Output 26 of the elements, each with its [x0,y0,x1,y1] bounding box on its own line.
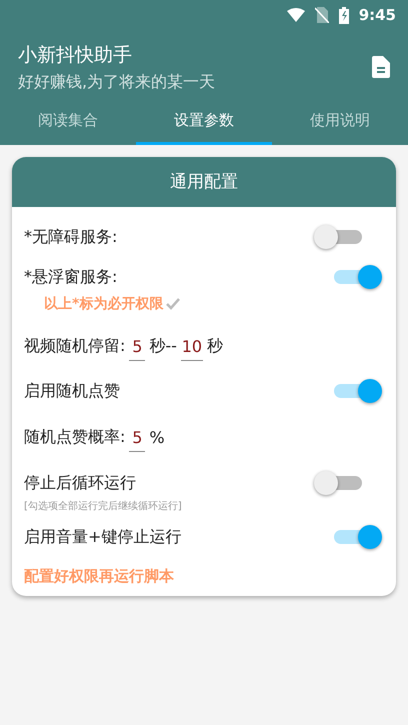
battery-charging-icon [338,6,349,24]
setting-label: 停止后循环运行 [24,472,136,494]
clock-time: 9:45 [358,6,396,24]
footer-note: 配置好权限再运行脚本 [24,567,175,586]
tab[interactable]: 设置参数 [136,98,272,145]
unit-text: % [149,428,165,446]
app-title: 小新抖快助手 [18,42,133,68]
unit-text: 秒-- [149,336,177,356]
setting-label: 启用音量+键停止运行 [24,526,182,548]
app-subtitle: 好好赚钱,为了将来的某一天 [18,72,216,92]
input-field[interactable]: 10 [180,337,203,361]
setting-label: 视频随机停留: [24,336,126,356]
input-field[interactable]: 5 [129,428,146,452]
setting-label: 随机点赞概率: [24,426,126,448]
card-title: 通用配置 [12,157,396,207]
unit-text: 秒 [206,336,223,356]
note-text: 以上*标为必开权限 [44,295,164,313]
setting-label: 启用随机点赞 [24,380,120,402]
no-sim-icon [314,7,329,23]
check-icon [165,297,182,311]
document-icon[interactable] [372,56,390,78]
setting-label: *悬浮窗服务: [24,266,118,288]
wifi-icon [286,8,305,22]
input-field[interactable]: 5 [129,337,146,361]
hint-text: [勾选项全部运行完后继续循环运行] [24,500,183,513]
setting-label: *无障碍服务: [24,226,118,248]
